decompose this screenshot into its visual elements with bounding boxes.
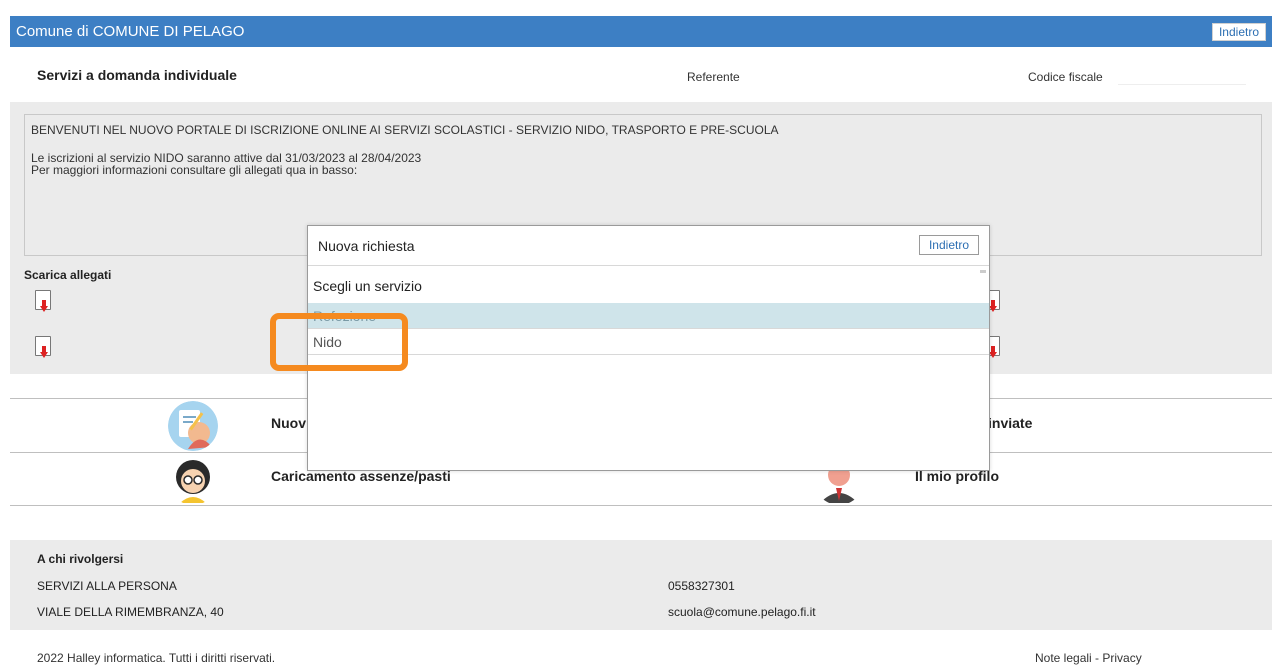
notice-line-1: BENVENUTI NEL NUOVO PORTALE DI ISCRIZION… — [31, 123, 779, 137]
contacts-address: VIALE DELLA RIMEMBRANZA, 40 — [37, 605, 224, 619]
service-option-refezione[interactable]: Refezione — [308, 303, 989, 329]
copyright: 2022 Halley informatica. Tutti i diritti… — [37, 651, 276, 665]
top-bar: Comune di COMUNE DI PELAGO Indietro — [10, 16, 1272, 47]
service-option-nido[interactable]: Nido — [308, 329, 989, 355]
codice-fiscale-value — [1118, 67, 1246, 85]
allegati-title: Scarica allegati — [24, 268, 112, 282]
contacts-title: A chi rivolgersi — [37, 552, 124, 566]
footer-contacts: A chi rivolgersi SERVIZI ALLA PERSONA VI… — [10, 540, 1272, 630]
pdf-download-icon[interactable] — [35, 290, 51, 312]
contacts-office: SERVIZI ALLA PERSONA — [37, 579, 177, 593]
codice-fiscale-label: Codice fiscale — [1028, 70, 1103, 84]
dialog-header: Nuova richiesta Indietro — [308, 226, 989, 266]
contacts-phone: 0558327301 — [668, 579, 735, 593]
service-select-heading: Scegli un servizio — [313, 278, 422, 294]
new-request-dialog: Nuova richiesta Indietro Scegli un servi… — [307, 225, 990, 471]
pdf-download-icon[interactable] — [35, 336, 51, 358]
highlight-annotation — [270, 313, 408, 371]
back-button[interactable]: Indietro — [1211, 23, 1266, 41]
notice-line-3: Per maggiori informazioni consultare gli… — [31, 163, 358, 177]
referente-label: Referente — [687, 70, 740, 84]
municipality-title: Comune di COMUNE DI PELAGO — [16, 23, 245, 40]
contacts-email[interactable]: scuola@comune.pelago.fi.it — [668, 605, 816, 619]
sub-header: Servizi a domanda individuale Referente … — [10, 48, 1272, 102]
page-title: Servizi a domanda individuale — [37, 67, 237, 83]
absences-meals-icon[interactable] — [168, 455, 218, 505]
divider — [10, 505, 1272, 506]
legal-privacy-link[interactable]: Note legali - Privacy — [1035, 651, 1142, 665]
scrollbar-thumb[interactable] — [980, 270, 986, 273]
new-request-icon[interactable] — [168, 401, 218, 451]
menu-sent-requests[interactable]: inviate — [988, 415, 1032, 431]
dialog-back-button[interactable]: Indietro — [918, 235, 979, 255]
dialog-title: Nuova richiesta — [318, 238, 415, 254]
menu-new-request[interactable]: Nuov — [271, 415, 306, 431]
